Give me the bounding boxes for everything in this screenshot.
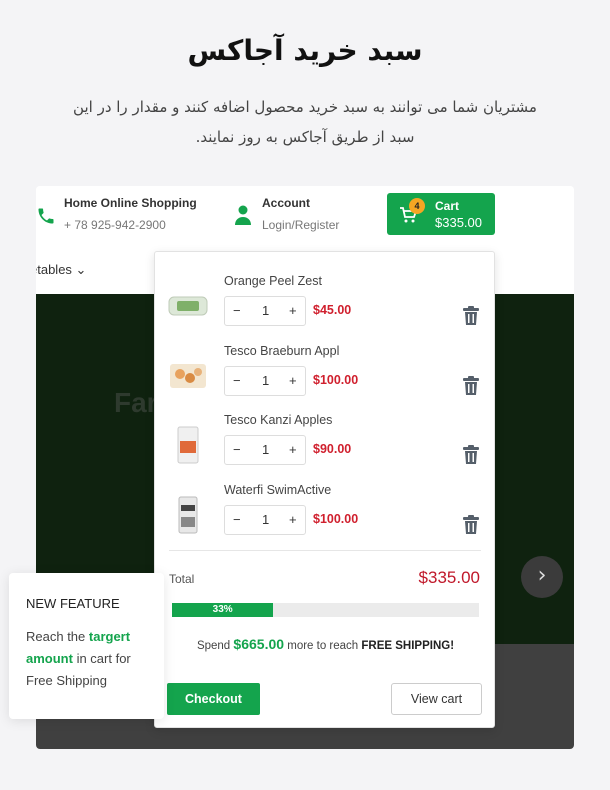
- chevron-down-icon: ⌄: [75, 262, 87, 277]
- feature-heading: NEW FEATURE: [26, 596, 120, 611]
- trash-icon[interactable]: [462, 445, 480, 465]
- quantity-value[interactable]: 1: [262, 373, 269, 388]
- progress-fill: 33%: [172, 603, 274, 617]
- category-menu[interactable]: etables ⌄: [36, 262, 86, 278]
- checkout-button[interactable]: Checkout: [167, 683, 260, 715]
- increase-button[interactable]: +: [289, 442, 297, 457]
- cart-item: Tesco Braeburn Appl − 1 + $100.00: [155, 344, 496, 414]
- slider-next-button[interactable]: ›: [521, 556, 563, 598]
- cart-total: $335.00: [435, 215, 482, 230]
- total-label: Total: [169, 572, 195, 586]
- spend-middle: more to reach: [287, 640, 359, 652]
- account-info: Account Login/Register: [262, 196, 339, 232]
- item-name[interactable]: Orange Peel Zest: [224, 274, 322, 288]
- product-thumbnail: [178, 496, 198, 534]
- free-shipping-message: Spend $665.00 more to reach FREE SHIPPIN…: [155, 636, 496, 652]
- decrease-button[interactable]: −: [233, 512, 241, 527]
- item-name[interactable]: Tesco Kanzi Apples: [224, 413, 332, 427]
- hero-title: سبد خرید آجاکس: [187, 34, 423, 67]
- divider: [169, 550, 481, 551]
- cart-item: Orange Peel Zest − 1 + $45.00: [155, 274, 496, 344]
- cart-item: Tesco Kanzi Apples − 1 + $90.00: [155, 413, 496, 483]
- decrease-button[interactable]: −: [233, 442, 241, 457]
- quantity-value[interactable]: 1: [262, 303, 269, 318]
- spend-prefix: Spend: [196, 640, 231, 652]
- item-price: $100.00: [313, 373, 359, 387]
- decrease-button[interactable]: −: [233, 373, 241, 388]
- decrease-button[interactable]: −: [233, 303, 241, 318]
- item-price: $90.00: [313, 442, 352, 456]
- phone-title: Home Online Shopping: [64, 196, 197, 210]
- product-thumbnail: [177, 426, 199, 464]
- quantity-stepper: − 1 +: [224, 366, 306, 396]
- cart-label: Cart: [435, 199, 460, 213]
- item-name[interactable]: Waterfi SwimActive: [224, 483, 331, 497]
- free-shipping-label: FREE SHIPPING!: [361, 640, 455, 652]
- new-feature-card: NEW FEATURE Reach the targert amount in …: [9, 573, 164, 719]
- increase-button[interactable]: +: [289, 303, 297, 318]
- account-title: Account: [262, 196, 310, 210]
- quantity-value[interactable]: 1: [262, 442, 269, 457]
- free-shipping-progress: 33%: [172, 603, 479, 617]
- quantity-stepper: − 1 +: [224, 296, 306, 326]
- quantity-stepper: − 1 +: [224, 435, 306, 465]
- phone-number[interactable]: + 78 925-942-2900: [64, 218, 197, 232]
- product-thumbnail: [168, 296, 208, 316]
- cart-item: Waterfi SwimActive − 1 + $100.00: [155, 483, 496, 553]
- category-label: etables: [36, 262, 72, 277]
- login-register-link[interactable]: Login/Register: [262, 218, 339, 232]
- item-name[interactable]: Tesco Braeburn Appl: [224, 344, 339, 358]
- phone-icon: [38, 208, 54, 224]
- trash-icon[interactable]: [462, 306, 480, 326]
- spend-amount: $665.00: [233, 636, 285, 652]
- chevron-right-icon: ›: [537, 563, 547, 588]
- user-icon: [235, 205, 251, 225]
- hero-subtitle: مشتریان شما می توانند به سبد خرید محصول …: [73, 98, 537, 146]
- increase-button[interactable]: +: [289, 512, 297, 527]
- cart-count-badge: 4: [409, 198, 425, 214]
- mini-cart-dropdown: Orange Peel Zest − 1 + $45.00 Tesco Braebu…: [154, 251, 495, 728]
- contact-info: Home Online Shopping + 78 925-942-2900: [64, 196, 197, 232]
- quantity-value[interactable]: 1: [262, 512, 269, 527]
- view-cart-button[interactable]: View cart: [391, 683, 482, 715]
- total-value: $335.00: [418, 568, 480, 587]
- banner-text: Far: [114, 387, 158, 418]
- quantity-stepper: − 1 +: [224, 505, 306, 535]
- item-price: $100.00: [313, 512, 359, 526]
- increase-button[interactable]: +: [289, 373, 297, 388]
- item-price: $45.00: [313, 303, 352, 317]
- cart-button[interactable]: 4 Cart $335.00: [387, 193, 495, 235]
- trash-icon[interactable]: [462, 515, 480, 535]
- feature-text-1: Reach the: [26, 629, 86, 644]
- product-thumbnail: [170, 364, 206, 388]
- feature-body: Reach the targert amount in cart for Fre…: [26, 626, 156, 692]
- trash-icon[interactable]: [462, 376, 480, 396]
